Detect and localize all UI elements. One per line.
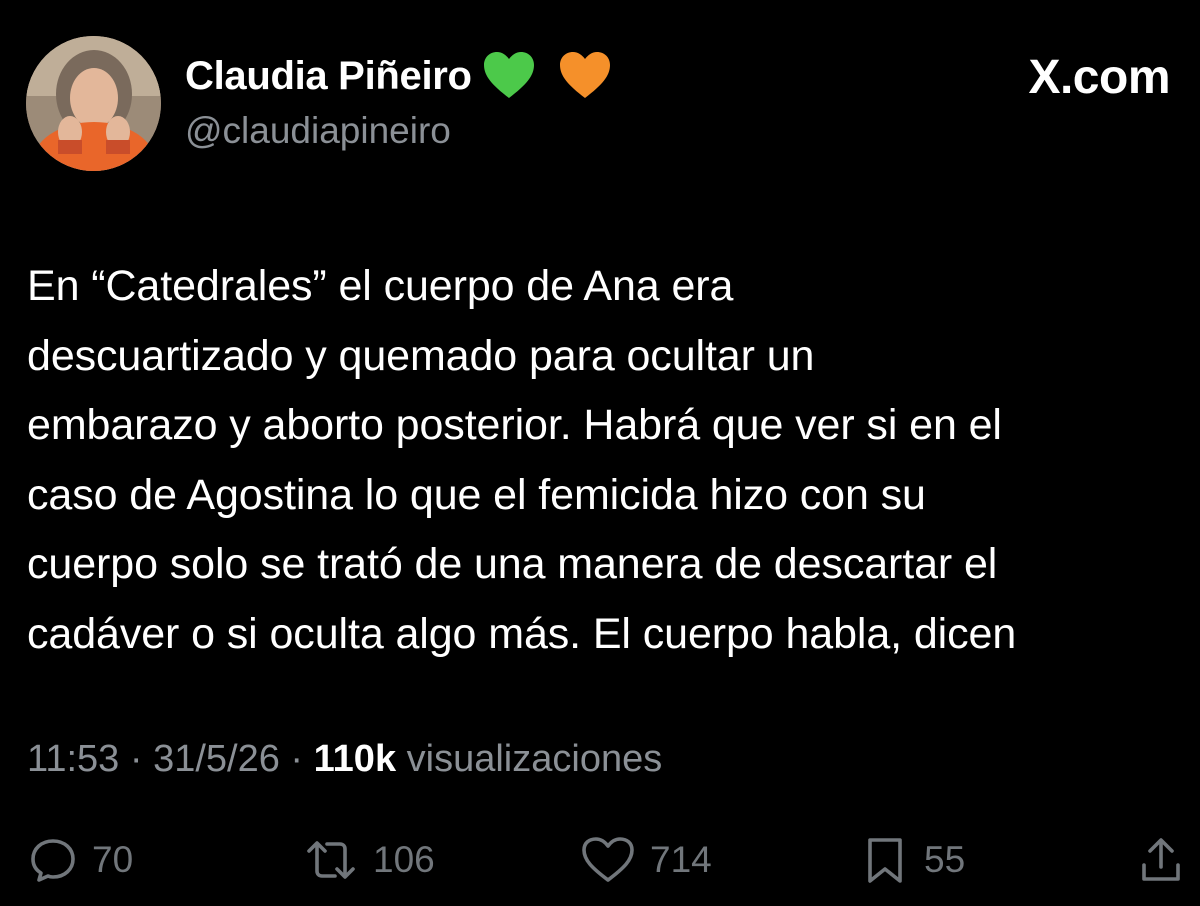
share-button[interactable]	[1136, 830, 1186, 890]
views-count: 110k	[313, 738, 397, 780]
tweet-line: cadáver o si oculta algo más. El cuerpo …	[27, 609, 1017, 658]
tweet-line: descuartizado y quemado para ocultar un	[27, 331, 815, 380]
repost-icon	[307, 841, 355, 879]
tweet-line: En “Catedrales” el cuerpo de Ana era	[27, 262, 734, 310]
action-bar: 70 106 714 55	[0, 830, 1200, 890]
avatar[interactable]	[26, 36, 161, 171]
avatar-photo	[26, 36, 161, 171]
tweet-text: En “Catedrales” el cuerpo de Ana era des…	[27, 252, 1197, 669]
meta-separator: ·	[119, 738, 154, 780]
tweet-line: caso de Agostina lo que el femicida hizo…	[27, 470, 926, 519]
reply-count: 70	[92, 839, 134, 880]
bookmark-icon	[868, 838, 902, 883]
tweet-line: embarazo y aborto posterior. Habrá que v…	[27, 401, 1002, 449]
tweet-meta: 11:53 · 31/5/26 · 110k visualizaciones	[27, 738, 662, 781]
share-icon	[1142, 838, 1180, 881]
meta-separator: ·	[279, 738, 314, 780]
reply-icon	[31, 839, 75, 882]
views-label: visualizaciones	[396, 738, 663, 780]
bookmark-count: 55	[924, 839, 966, 880]
author-handle[interactable]: @claudiapineiro	[185, 110, 451, 152]
tweet-time[interactable]: 11:53	[27, 738, 119, 780]
author-name-row[interactable]: Claudia Piñeiro	[185, 48, 612, 104]
tweet-date[interactable]: 31/5/26	[153, 738, 280, 780]
bookmark-button[interactable]: 55	[860, 830, 965, 890]
display-name[interactable]: Claudia Piñeiro	[185, 54, 472, 99]
repost-count: 106	[373, 839, 435, 880]
reply-button[interactable]: 70	[28, 830, 133, 890]
like-count: 714	[650, 839, 712, 880]
repost-button[interactable]: 106	[303, 830, 435, 890]
brand-label: X.com	[1028, 51, 1170, 104]
orange-heart-icon	[559, 52, 610, 98]
green-heart-icon	[483, 52, 534, 98]
heart-icon	[582, 837, 634, 882]
tweet-line: cuerpo solo se trató de una manera de de…	[27, 540, 998, 588]
like-button[interactable]: 714	[580, 830, 712, 890]
